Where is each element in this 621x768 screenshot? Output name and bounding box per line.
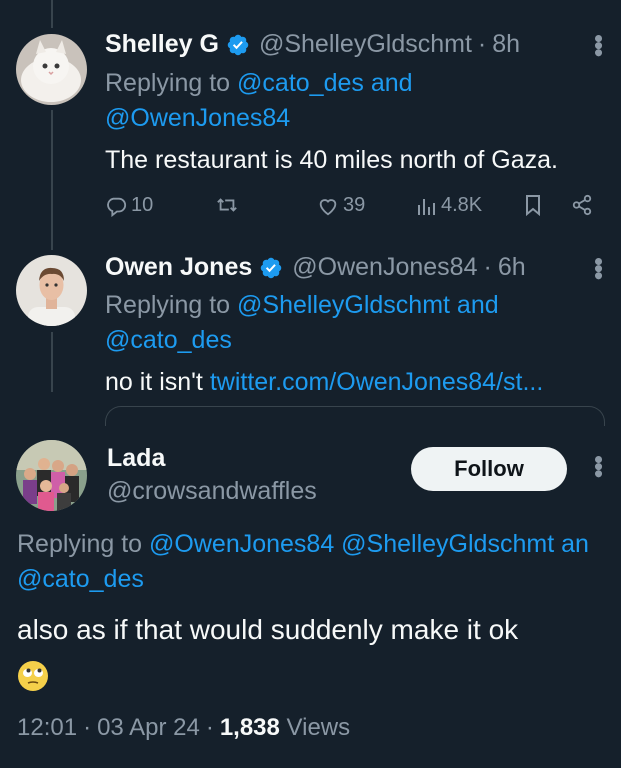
quoted-tweet-card[interactable] — [105, 406, 605, 426]
tweet-actions: 10 39 4.8K — [105, 192, 605, 224]
timestamp[interactable]: 8h — [492, 30, 520, 59]
tweet1-header: Shelley G @ShelleyGldschmt · 8h — [105, 30, 520, 59]
author-handle[interactable]: @crowsandwaffles — [107, 477, 317, 506]
bookmark-icon — [526, 195, 540, 216]
author-name[interactable]: Shelley G — [105, 30, 219, 59]
views-label: Views — [279, 714, 351, 741]
more-options-icon[interactable]: ••• — [584, 455, 614, 476]
tweet-text: The restaurant is 40 miles north of Gaza… — [105, 146, 558, 174]
quoted-tweet-link[interactable]: twitter.com/OwenJones84/st... — [210, 368, 543, 396]
author-handle[interactable]: @ShelleyGldschmt — [259, 30, 472, 59]
more-options-icon[interactable]: ••• — [584, 257, 614, 278]
main-tweet-handle-row: @crowsandwaffles — [107, 477, 317, 506]
tweet-text: also as if that would suddenly make it o… — [17, 614, 519, 645]
tweet-date[interactable]: 03 Apr 24 — [97, 714, 200, 741]
thread-line-1 — [51, 110, 53, 250]
reply-to-line-2: @OwenJones84 — [105, 100, 290, 136]
follow-button[interactable]: Follow — [411, 447, 567, 491]
reply-to-line: Replying to @cato_des and — [105, 69, 413, 97]
author-name[interactable]: Owen Jones — [105, 253, 252, 282]
mention-link[interactable]: @cato_des — [105, 326, 232, 354]
reply-icon — [107, 197, 127, 217]
reply-button[interactable]: 10 — [105, 194, 153, 217]
mention-link[interactable]: @OwenJones84 @ShelleyGldschmt an — [149, 530, 589, 558]
author-name[interactable]: Lada — [107, 444, 165, 473]
thread-line-top — [51, 0, 53, 28]
separator-dot: · — [483, 253, 492, 281]
retweet-button[interactable] — [215, 194, 239, 216]
tweet-text: no it isn't twitter.com/OwenJones84/st..… — [105, 368, 544, 396]
views-count: 1,838 — [219, 714, 280, 741]
bookmark-button[interactable] — [523, 194, 543, 216]
mention-link[interactable]: @cato_des and — [237, 69, 413, 97]
like-icon — [319, 198, 337, 215]
like-button[interactable]: 39 — [317, 194, 365, 217]
eye-roll-emoji — [18, 661, 48, 691]
mention-link[interactable]: @ShelleyGldschmt and — [237, 291, 499, 319]
separator-dot: · — [477, 30, 487, 58]
mention-link[interactable]: @OwenJones84 — [105, 104, 290, 132]
verified-badge-icon — [227, 34, 249, 55]
retweet-icon — [217, 198, 237, 212]
share-icon — [572, 194, 592, 216]
views-button[interactable]: 4.8K — [417, 194, 482, 217]
thread-line-2 — [51, 332, 53, 392]
reply-to-line: Replying to @OwenJones84 @ShelleyGldschm… — [17, 530, 589, 558]
reply-to-line: Replying to @ShelleyGldschmt and — [105, 291, 499, 319]
avatar-shelley[interactable] — [16, 34, 87, 105]
author-handle[interactable]: @OwenJones84 — [292, 253, 477, 282]
timestamp[interactable]: 6h — [498, 253, 526, 282]
like-count: 39 — [343, 194, 366, 216]
more-options-icon[interactable]: ••• — [584, 34, 614, 55]
tweet-meta: 12:01 · 03 Apr 24 · 1,838 Views — [17, 714, 351, 741]
tweet2-header: Owen Jones @OwenJones84 · 6h — [105, 253, 526, 282]
main-tweet-name: Lada — [107, 444, 165, 473]
reply-to-line-2: @cato_des — [17, 561, 144, 597]
views-icon — [418, 198, 435, 215]
share-button[interactable] — [571, 194, 593, 216]
avatar-owen[interactable] — [16, 255, 87, 326]
tweet-time[interactable]: 12:01 — [17, 714, 77, 741]
verified-badge-icon — [261, 257, 282, 278]
views-count: 4.8K — [441, 194, 483, 216]
reply-to-line-2: @cato_des — [105, 322, 232, 358]
reply-count: 10 — [131, 194, 154, 216]
mention-link[interactable]: @cato_des — [17, 565, 144, 593]
avatar-lada[interactable] — [16, 440, 87, 511]
